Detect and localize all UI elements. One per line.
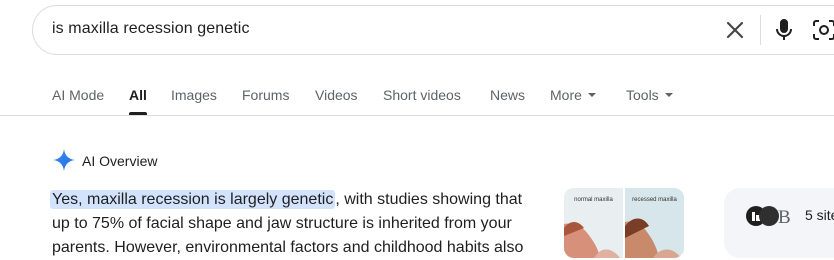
clear-icon[interactable]	[724, 19, 746, 41]
image-normal-panel: normal maxilla	[564, 188, 623, 258]
svg-text:B: B	[778, 207, 791, 227]
caret-down-icon	[587, 93, 596, 98]
search-divider	[760, 15, 761, 45]
caret-down-icon	[664, 93, 673, 98]
tab-tools[interactable]: Tools	[626, 86, 673, 104]
sources-count: 5 sites	[805, 207, 834, 223]
ai-overview-title: AI Overview	[82, 153, 158, 169]
tab-short-videos[interactable]: Short videos	[383, 86, 461, 104]
answer-line1-rest: , with studies showing that	[335, 191, 523, 208]
tab-forums[interactable]: Forums	[242, 86, 289, 104]
answer-highlight: Yes, maxilla recession is largely geneti…	[50, 190, 336, 209]
source-logo-icon: B	[746, 206, 791, 227]
search-tabs: AI Mode All Images Forums Videos Short v…	[0, 86, 834, 116]
tab-more-label: More	[550, 87, 582, 103]
image-recessed-panel: recessed maxilla	[625, 188, 684, 258]
tab-images[interactable]: Images	[171, 86, 217, 104]
answer-line2: up to 75% of facial shape and jaw struct…	[52, 215, 512, 232]
tab-all[interactable]: All	[129, 86, 147, 104]
tab-news[interactable]: News	[490, 86, 525, 104]
tab-videos[interactable]: Videos	[315, 86, 358, 104]
lens-icon[interactable]	[812, 19, 834, 41]
tabs-divider	[0, 115, 834, 116]
ai-overview-answer: Yes, maxilla recession is largely geneti…	[50, 188, 552, 260]
tab-ai-mode[interactable]: AI Mode	[52, 86, 104, 104]
face-profile-icon	[564, 222, 620, 258]
search-input[interactable]: is maxilla recession genetic	[52, 20, 250, 38]
answer-image[interactable]: normal maxilla recessed maxilla	[564, 188, 684, 258]
answer-line3: parents. However, environmental factors …	[52, 239, 524, 256]
microphone-icon[interactable]	[774, 18, 794, 42]
ai-sparkle-icon	[53, 149, 75, 171]
tab-more[interactable]: More	[550, 86, 596, 104]
face-profile-icon	[625, 218, 681, 258]
tab-tools-label: Tools	[626, 87, 659, 103]
